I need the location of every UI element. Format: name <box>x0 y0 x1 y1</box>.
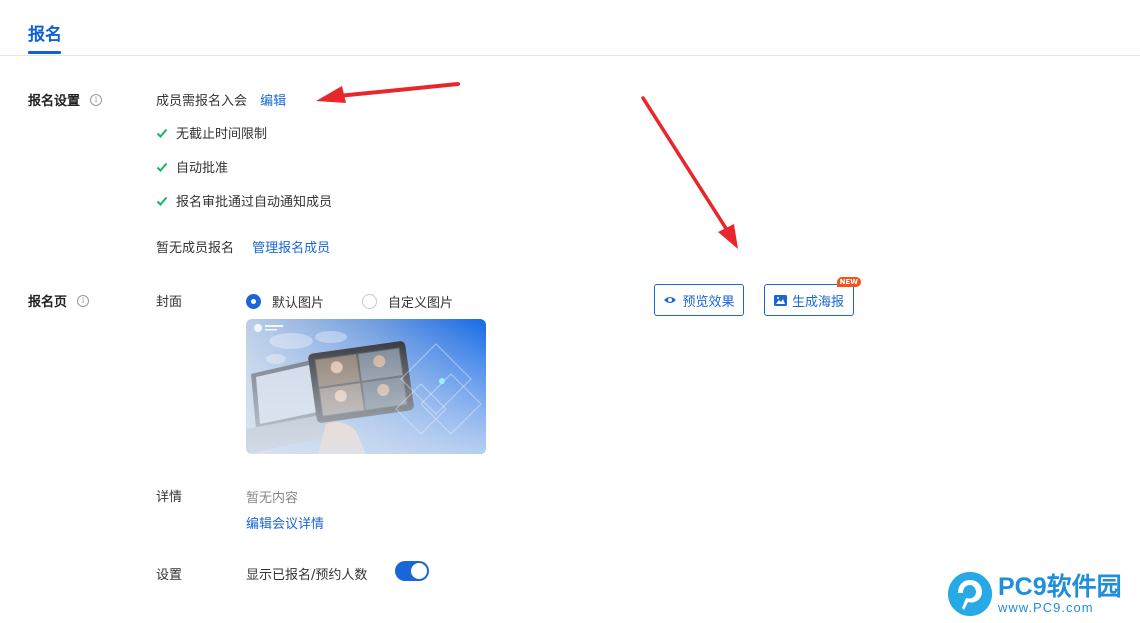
tab-active-indicator <box>28 51 61 54</box>
preview-button[interactable]: 预览效果 <box>654 284 744 316</box>
show-count-toggle[interactable] <box>395 561 429 581</box>
signup-settings-label: 报名设置 i <box>28 90 103 109</box>
edit-details-link[interactable]: 编辑会议详情 <box>246 513 324 532</box>
info-icon[interactable]: i <box>90 93 103 106</box>
watermark-title: PC9软件园 <box>998 572 1122 601</box>
info-icon[interactable]: i <box>77 294 90 307</box>
preview-button-label: 预览效果 <box>682 294 735 310</box>
details-empty-text: 暂无内容 <box>246 491 299 506</box>
no-members-row: 暂无成员报名 管理报名成员 <box>156 237 330 256</box>
check-icon <box>156 128 168 138</box>
radio-selected-icon <box>246 294 261 309</box>
radio-custom-image[interactable]: 自定义图片 <box>362 292 453 311</box>
details-label: 详情 <box>156 490 183 505</box>
new-badge: NEW <box>836 277 861 287</box>
watermark: PC9软件园 www.PC9.com <box>948 570 1134 618</box>
generate-poster-button[interactable]: 生成海报 NEW <box>764 277 861 316</box>
eye-icon <box>664 297 677 303</box>
signup-requirement: 成员需报名入会 <box>156 94 248 109</box>
arrow-to-poster <box>641 96 738 249</box>
manage-members-link[interactable]: 管理报名成员 <box>252 241 330 256</box>
image-icon <box>773 294 787 306</box>
check-item-label: 报名审批通过自动通知成员 <box>176 195 333 210</box>
check-item: 无截止时间限制 <box>156 123 267 142</box>
cover-illustration <box>246 319 486 454</box>
settings-label: 设置 <box>156 568 183 583</box>
check-item-label: 自动批准 <box>176 161 229 176</box>
poster-button-label: 生成海报 <box>791 294 844 310</box>
signup-requirement-text: 成员需报名入会 编辑 <box>156 90 286 109</box>
tab-bar: 报名 <box>0 0 1140 56</box>
watermark-url: www.PC9.com <box>998 599 1094 615</box>
watermark-text: PC9软件园 www.PC9.com <box>998 574 1122 615</box>
show-count-label: 显示已报名/预约人数 <box>246 568 368 583</box>
no-members-text: 暂无成员报名 <box>156 241 235 256</box>
check-icon <box>156 162 168 172</box>
cover-image <box>246 319 486 454</box>
signup-page-title: 报名页 <box>28 295 68 310</box>
watermark-logo-icon <box>948 572 992 616</box>
toggle-knob <box>411 563 427 579</box>
signup-page-label: 报名页 i <box>28 291 90 310</box>
radio-default-image[interactable]: 默认图片 <box>246 292 324 311</box>
check-item: 自动批准 <box>156 157 228 176</box>
check-item: 报名审批通过自动通知成员 <box>156 191 332 210</box>
check-icon <box>156 196 168 206</box>
radio-custom-label: 自定义图片 <box>388 296 454 311</box>
radio-unselected-icon <box>362 294 377 309</box>
check-item-label: 无截止时间限制 <box>176 127 268 142</box>
signup-settings-title: 报名设置 <box>28 94 81 109</box>
edit-signup-link[interactable]: 编辑 <box>260 94 286 109</box>
arrow-to-edit <box>316 82 460 103</box>
cover-label: 封面 <box>156 295 183 310</box>
tab-signup[interactable]: 报名 <box>28 20 62 45</box>
radio-default-label: 默认图片 <box>272 296 325 311</box>
